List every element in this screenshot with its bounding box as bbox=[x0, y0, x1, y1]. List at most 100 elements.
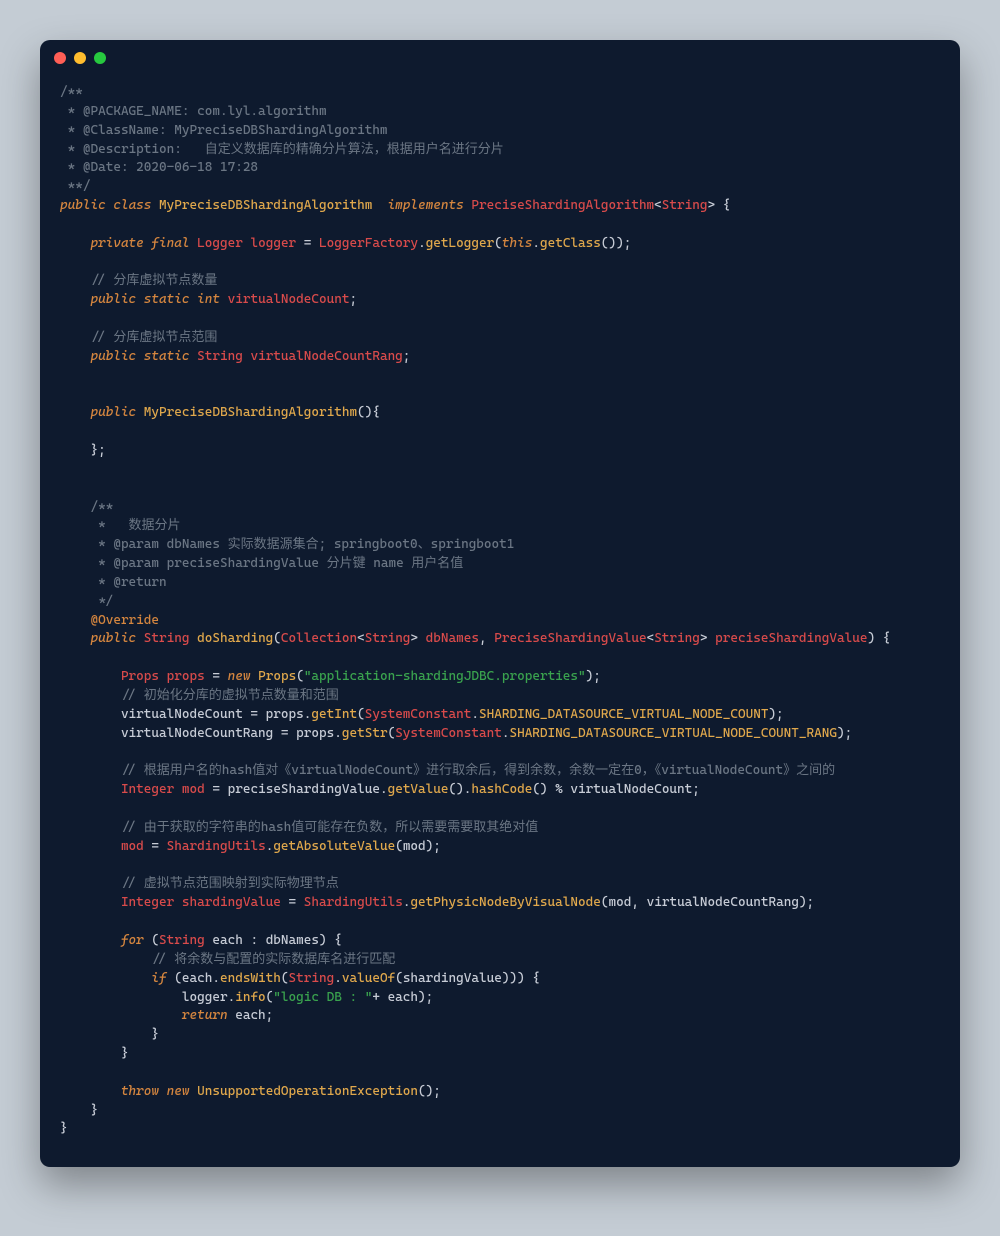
comment: // 将余数与配置的实际数据库名进行匹配 bbox=[151, 952, 395, 967]
op: : bbox=[243, 933, 266, 948]
const: SHARDING_DATASOURCE_VIRTUAL_NODE_COUNT_R… bbox=[509, 726, 837, 741]
op: ( bbox=[357, 707, 365, 722]
method-call: getClass bbox=[540, 236, 601, 251]
kw: public bbox=[90, 631, 136, 646]
kw-if: if bbox=[151, 971, 166, 986]
comment: // 分库虚拟节点范围 bbox=[90, 330, 217, 345]
minimize-icon[interactable] bbox=[74, 52, 86, 64]
param: dbNames bbox=[426, 631, 479, 646]
op: ); bbox=[426, 839, 441, 854]
code-window: /** * @PACKAGE_NAME: com.lyl.algorithm *… bbox=[40, 40, 960, 1167]
comment: * 数据分片 bbox=[90, 518, 180, 533]
type: String bbox=[144, 631, 190, 646]
kw-class: class bbox=[113, 198, 151, 213]
type: PreciseShardingValue bbox=[494, 631, 646, 646]
brace: } bbox=[151, 1027, 159, 1042]
var: props bbox=[167, 669, 205, 684]
lhs: virtualNodeCountRang bbox=[121, 726, 273, 741]
op: ; bbox=[403, 349, 411, 364]
obj: each bbox=[182, 971, 212, 986]
method-call: getStr bbox=[342, 726, 388, 741]
op: , bbox=[631, 895, 646, 910]
type: Props bbox=[121, 669, 159, 684]
brace: } bbox=[121, 1046, 129, 1061]
lhs: mod bbox=[121, 839, 144, 854]
op: > bbox=[410, 631, 425, 646]
comment: * @Description: 自定义数据库的精确分片算法，根据用户名进行分片 bbox=[60, 142, 504, 157]
class-ref: ShardingUtils bbox=[167, 839, 266, 854]
comment: // 由于获取的字符串的hash值可能存在负数，所以需要需要取其绝对值 bbox=[121, 820, 538, 835]
op: . bbox=[212, 971, 220, 986]
comment: /** bbox=[60, 85, 83, 100]
maximize-icon[interactable] bbox=[94, 52, 106, 64]
op: < bbox=[654, 198, 662, 213]
method: info bbox=[235, 990, 265, 1005]
op: ); bbox=[837, 726, 852, 741]
rhs: virtualNodeCount bbox=[570, 782, 692, 797]
op: ); bbox=[768, 707, 783, 722]
comment: * @Date: 2020-06-18 17:28 bbox=[60, 160, 258, 175]
op: . bbox=[532, 236, 540, 251]
type: String bbox=[197, 349, 243, 364]
op: ; bbox=[692, 782, 700, 797]
op: > { bbox=[708, 198, 731, 213]
op: ( bbox=[144, 933, 159, 948]
arg: shardingValue bbox=[403, 971, 502, 986]
op: = bbox=[144, 839, 167, 854]
op: = bbox=[296, 236, 319, 251]
op: = bbox=[205, 782, 228, 797]
op: ( bbox=[281, 971, 289, 986]
method-name: doSharding bbox=[197, 631, 273, 646]
interface-name: PreciseShardingAlgorithm bbox=[471, 198, 654, 213]
field: virtualNodeCount bbox=[228, 292, 350, 307]
generic-type: String bbox=[662, 198, 708, 213]
op: ( bbox=[395, 971, 403, 986]
op: ); bbox=[418, 990, 433, 1005]
constructor: MyPreciseDBShardingAlgorithm bbox=[144, 405, 357, 420]
var: each bbox=[212, 933, 242, 948]
kw-new: new bbox=[228, 669, 251, 684]
kw-implements: implements bbox=[388, 198, 464, 213]
op: ) { bbox=[319, 933, 342, 948]
comment: * @PACKAGE_NAME: com.lyl.algorithm bbox=[60, 104, 327, 119]
op: = bbox=[273, 726, 296, 741]
class-ref: SystemConstant bbox=[395, 726, 502, 741]
op: , bbox=[479, 631, 494, 646]
method: valueOf bbox=[342, 971, 395, 986]
comment: * @param preciseShardingValue 分片键 name 用… bbox=[90, 556, 463, 571]
close-icon[interactable] bbox=[54, 52, 66, 64]
op: . bbox=[471, 707, 479, 722]
op: ); bbox=[799, 895, 814, 910]
method: getPhysicNodeByVisualNode bbox=[410, 895, 600, 910]
op: (){ bbox=[357, 405, 380, 420]
op: . bbox=[418, 236, 426, 251]
kw: static bbox=[144, 292, 190, 307]
kw: public bbox=[90, 405, 136, 420]
class-ref: SystemConstant bbox=[365, 707, 472, 722]
op: = bbox=[205, 669, 228, 684]
op: > bbox=[700, 631, 715, 646]
op: . bbox=[380, 782, 388, 797]
op: ) { bbox=[867, 631, 890, 646]
op: ()); bbox=[601, 236, 631, 251]
kw: static bbox=[144, 349, 190, 364]
op: + bbox=[372, 990, 387, 1005]
obj: props bbox=[296, 726, 334, 741]
kw-new: new bbox=[167, 1084, 190, 1099]
op: }; bbox=[90, 443, 105, 458]
comment: */ bbox=[90, 594, 113, 609]
obj: logger bbox=[182, 990, 228, 1005]
op: ( bbox=[494, 236, 502, 251]
comment: /** bbox=[90, 500, 113, 515]
obj: props bbox=[266, 707, 304, 722]
comment: // 虚拟节点范围映射到实际物理节点 bbox=[121, 876, 339, 891]
arg: each bbox=[388, 990, 418, 1005]
op: ( bbox=[395, 839, 403, 854]
kw: public bbox=[90, 292, 136, 307]
op: < bbox=[357, 631, 365, 646]
comment: **/ bbox=[60, 179, 90, 194]
code-block: /** * @PACKAGE_NAME: com.lyl.algorithm *… bbox=[40, 76, 960, 1167]
string: "application-shardingJDBC.properties" bbox=[304, 669, 586, 684]
kw-this: this bbox=[502, 236, 532, 251]
type: Collection bbox=[281, 631, 357, 646]
